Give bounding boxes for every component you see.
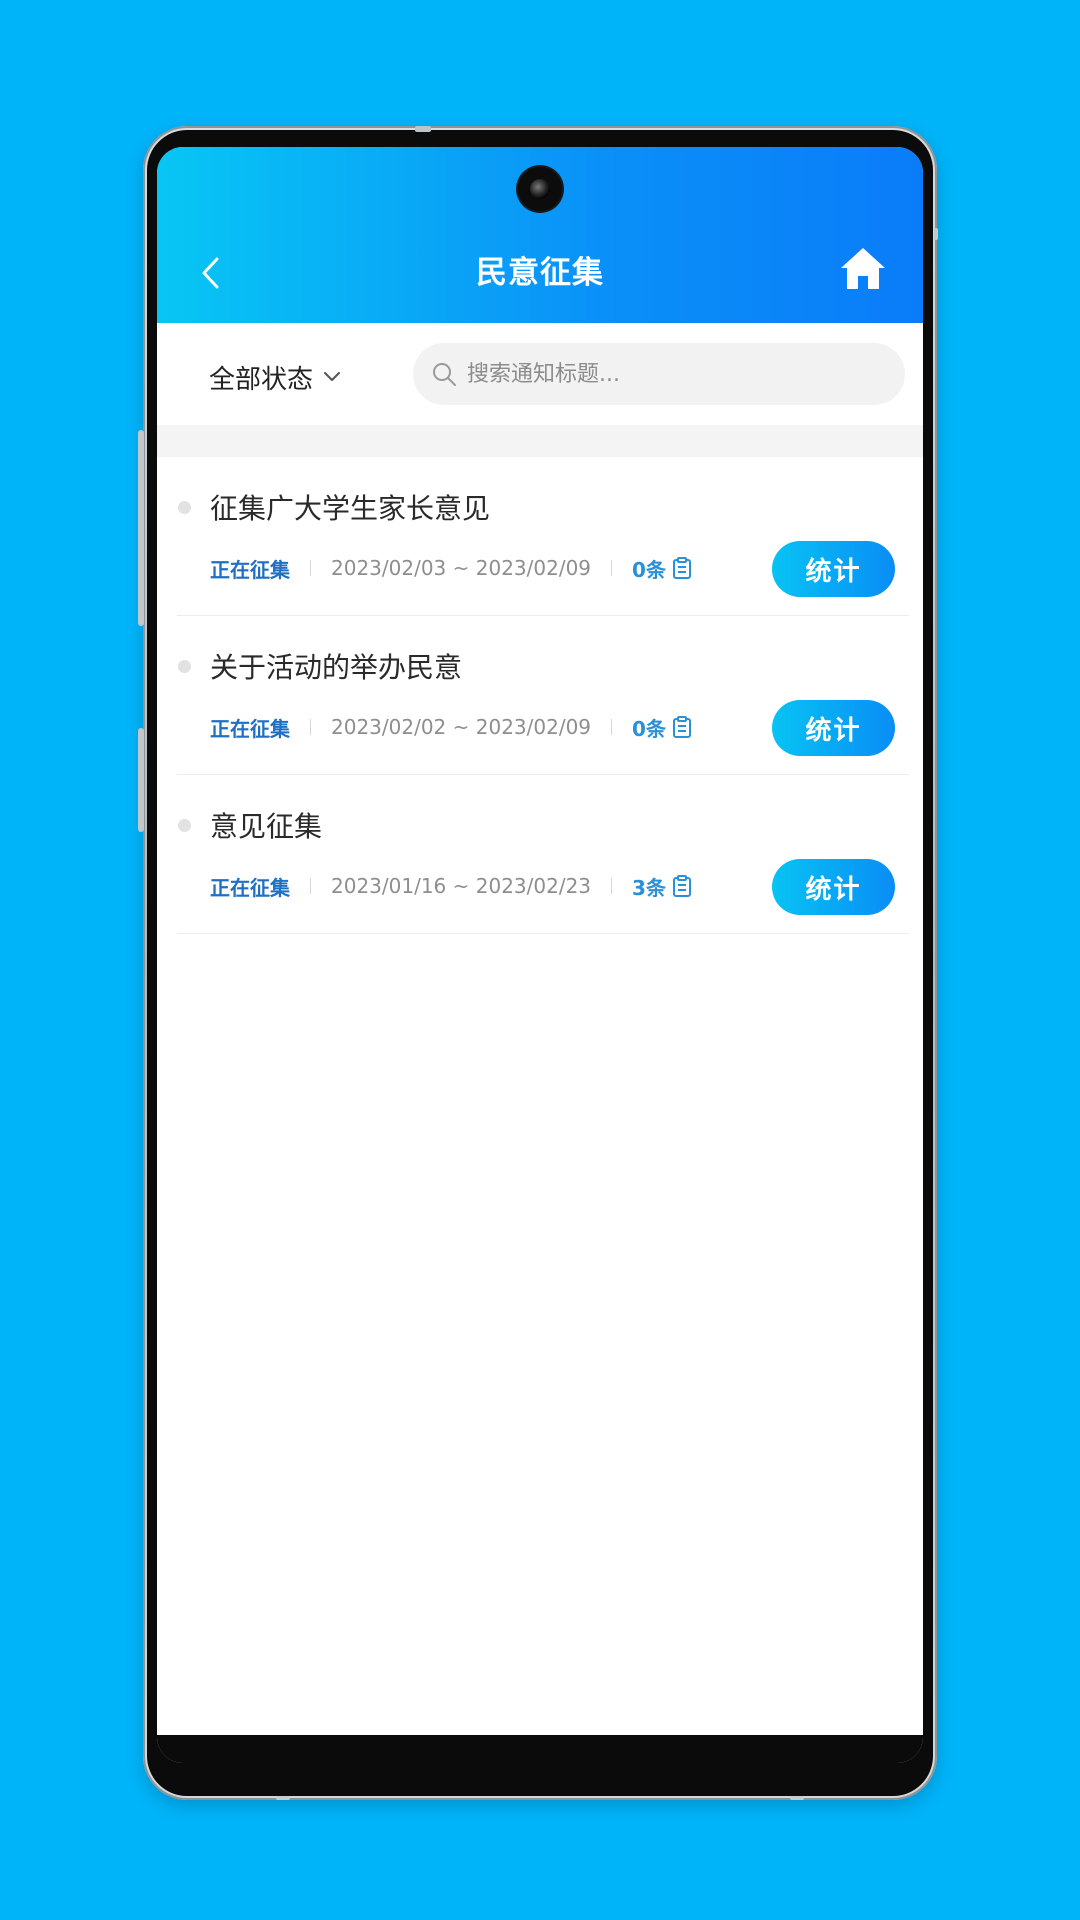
divider [611,560,613,576]
screen: 民意征集 全部状态 征集广大学生家长意见 正在征集 [157,147,923,1763]
item-meta: 正在征集 2023/01/16 ~ 2023/02/23 3条 [210,871,692,901]
date-range: 2023/02/02 ~ 2023/02/09 [331,715,592,739]
front-camera [518,167,562,211]
response-count: 0条 [632,557,666,582]
list-item[interactable]: 征集广大学生家长意见 正在征集 2023/02/03 ~ 2023/02/09 … [157,457,923,616]
bullet-dot [178,501,191,514]
list-item[interactable]: 意见征集 正在征集 2023/01/16 ~ 2023/02/23 3条 统计 [157,775,923,934]
clipboard-icon [672,557,691,579]
item-title: 意见征集 [210,810,323,843]
filter-bar: 全部状态 [157,323,923,429]
phone-bottom-mark [790,1796,804,1800]
status-filter-dropdown[interactable]: 全部状态 [209,357,341,397]
phone-top-mark [415,126,431,132]
divider [310,878,311,894]
phone-bottom-mark [276,1796,290,1800]
status-badge: 正在征集 [210,716,290,741]
row-separator [177,933,909,934]
response-count: 3条 [632,875,666,900]
stats-button[interactable]: 统计 [772,859,895,915]
divider [611,878,613,894]
search-box[interactable] [413,343,905,405]
app-header: 民意征集 [157,147,923,323]
divider [310,560,311,576]
volume-button [138,430,144,626]
home-icon[interactable] [839,245,887,291]
list-item[interactable]: 关于活动的举办民意 正在征集 2023/02/02 ~ 2023/02/09 0… [157,616,923,775]
side-mark [934,228,938,240]
stats-button[interactable]: 统计 [772,541,895,597]
status-badge: 正在征集 [210,875,290,900]
divider [611,719,613,735]
date-range: 2023/01/16 ~ 2023/02/23 [331,874,592,898]
status-badge: 正在征集 [210,557,290,582]
item-meta: 正在征集 2023/02/03 ~ 2023/02/09 0条 [210,553,692,583]
clipboard-icon [672,716,691,738]
bullet-dot [178,660,191,673]
bullet-dot [178,819,191,832]
search-input[interactable] [465,360,889,388]
bottom-bezel [157,1735,923,1763]
status-filter-label: 全部状态 [209,364,314,395]
chevron-down-icon [324,372,341,381]
item-title: 征集广大学生家长意见 [210,492,491,525]
date-range: 2023/02/03 ~ 2023/02/09 [331,556,592,580]
section-divider [157,425,923,457]
stats-button[interactable]: 统计 [772,700,895,756]
search-icon [433,363,456,386]
response-count: 0条 [632,716,666,741]
divider [310,719,311,735]
page-title: 民意征集 [476,255,604,291]
clipboard-icon [672,875,691,897]
power-button [138,728,144,832]
item-title: 关于活动的举办民意 [210,651,463,684]
item-meta: 正在征集 2023/02/02 ~ 2023/02/09 0条 [210,712,692,742]
survey-list: 征集广大学生家长意见 正在征集 2023/02/03 ~ 2023/02/09 … [157,457,923,934]
